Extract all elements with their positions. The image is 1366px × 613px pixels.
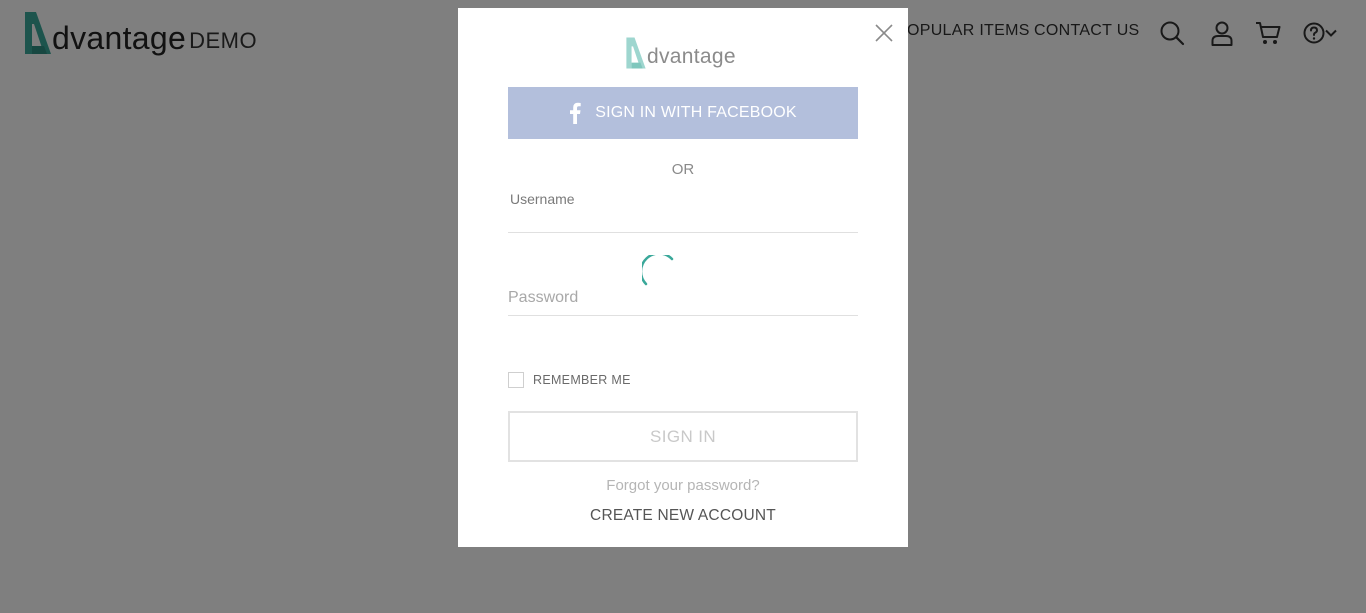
modal-logo-mark-icon — [626, 37, 646, 69]
modal-logo-word: dvantage — [647, 45, 736, 68]
close-icon[interactable] — [871, 20, 897, 46]
username-field: Username — [508, 188, 858, 233]
sign-in-button[interactable]: SIGN IN — [508, 411, 858, 462]
facebook-signin-button[interactable]: SIGN IN WITH FACEBOOK — [508, 87, 858, 139]
facebook-icon — [570, 102, 581, 124]
facebook-signin-label: SIGN IN WITH FACEBOOK — [595, 104, 797, 121]
forgot-password-link[interactable]: Forgot your password? — [458, 477, 908, 494]
username-label: Username — [510, 191, 575, 207]
remember-me[interactable]: REMEMBER ME — [508, 372, 631, 388]
password-input[interactable] — [508, 286, 858, 310]
remember-me-label: REMEMBER ME — [533, 373, 631, 387]
login-modal: dvantage SIGN IN WITH FACEBOOK OR Userna… — [458, 8, 908, 547]
remember-me-checkbox[interactable] — [508, 372, 524, 388]
password-field — [508, 278, 858, 316]
or-divider: OR — [671, 161, 695, 178]
modal-logo: dvantage — [624, 32, 744, 70]
create-account-link[interactable]: CREATE NEW ACCOUNT — [458, 507, 908, 525]
username-input[interactable] — [508, 208, 858, 232]
